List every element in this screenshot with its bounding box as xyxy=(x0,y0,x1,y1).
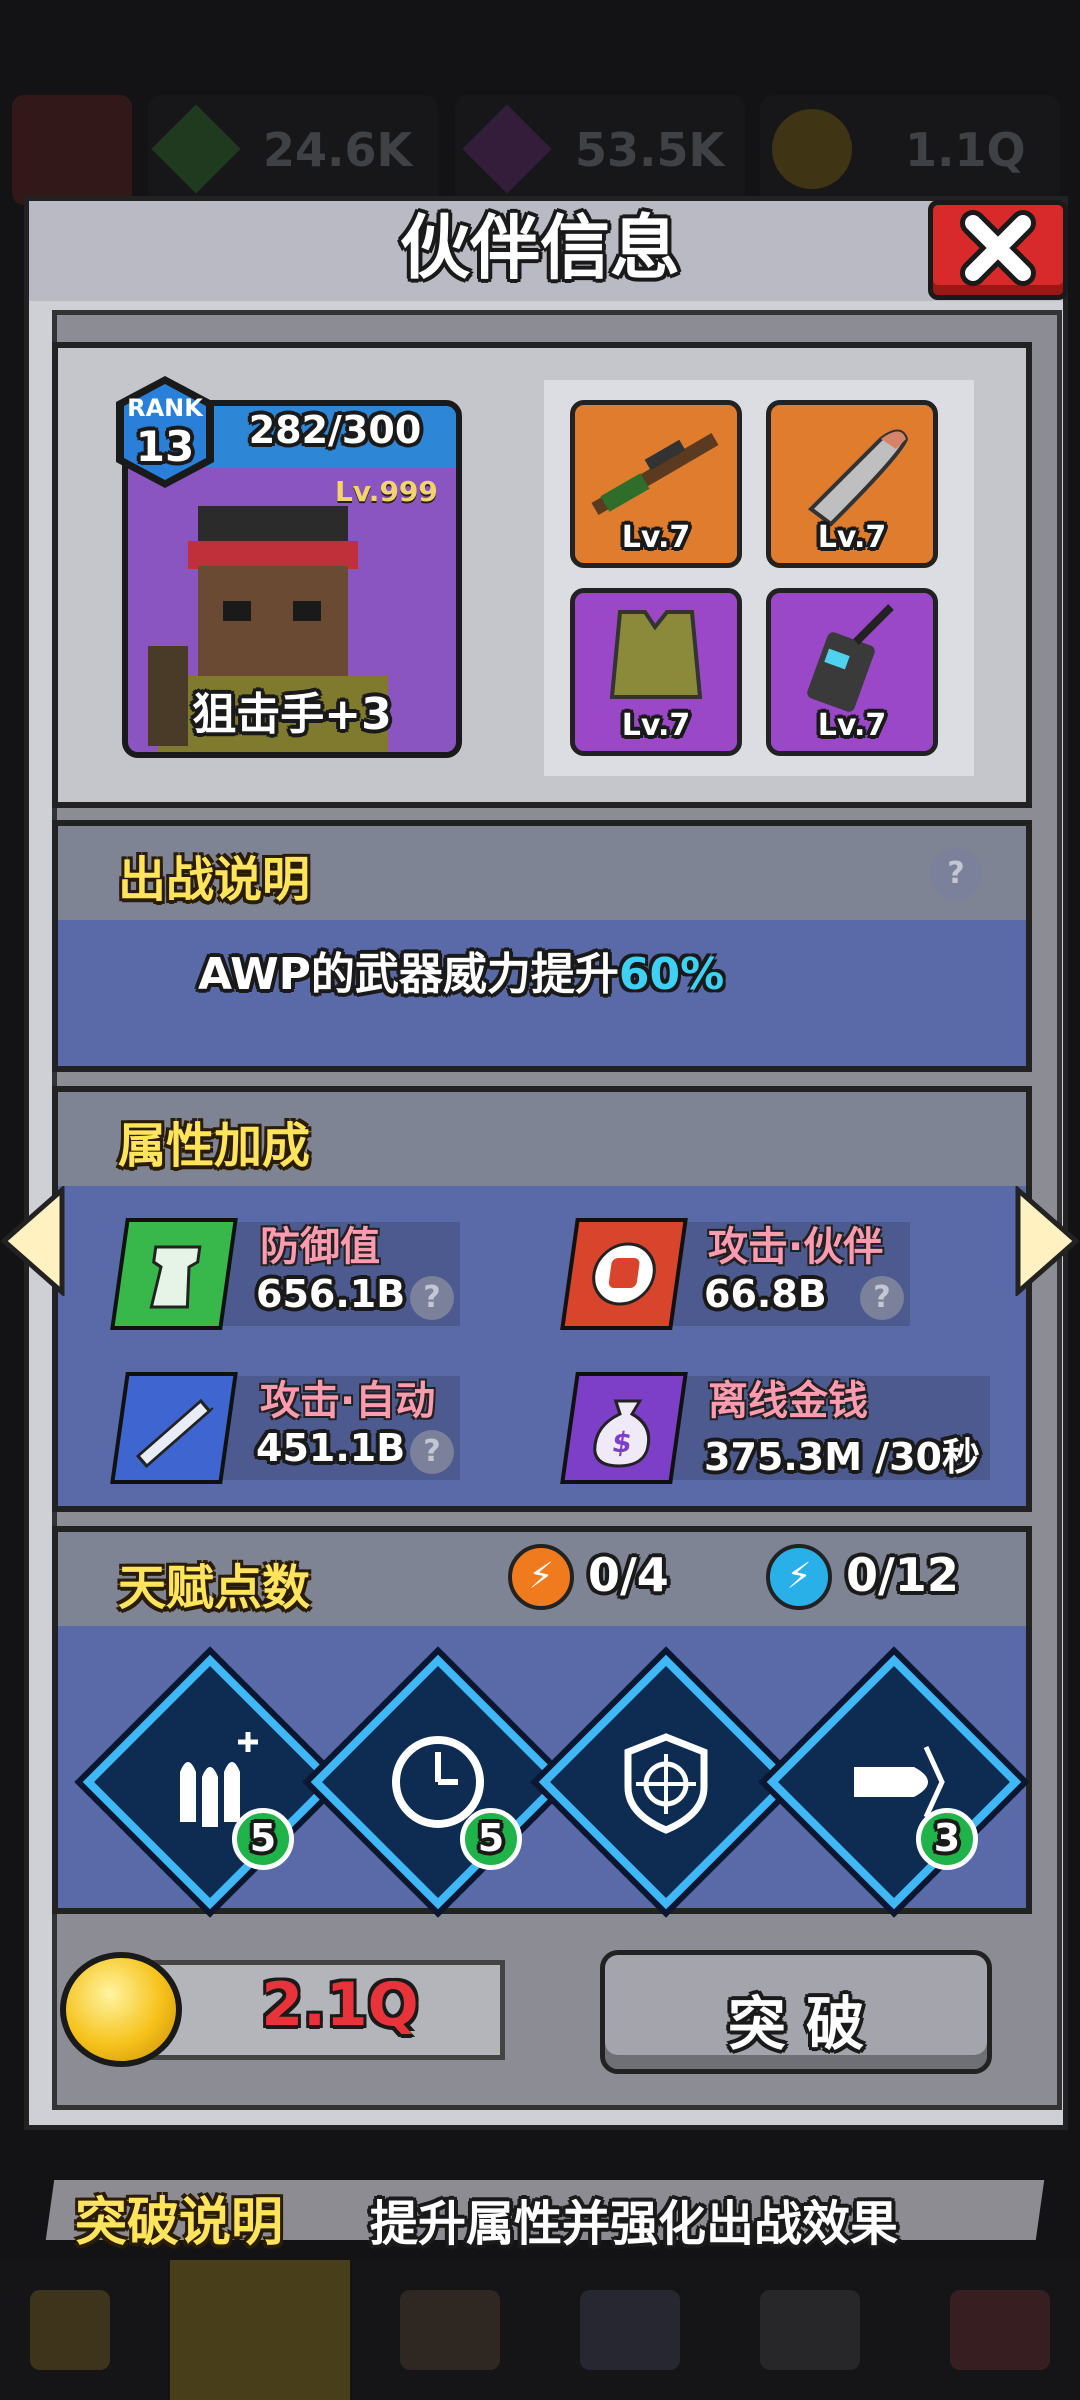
attribute-label: 离线金钱 xyxy=(708,1378,868,1424)
breakthrough-cost-value: 2.1Q xyxy=(261,1970,419,2040)
breakthrough-info-label: 突破说明 xyxy=(75,2193,284,2253)
battle-description-text: AWP的武器威力提升60% xyxy=(198,938,724,1002)
crosshair-shield-icon xyxy=(624,1733,708,1834)
partners-tab-icon xyxy=(170,2260,350,2400)
rank-badge: RANK 13 xyxy=(110,372,220,492)
money-bag-icon: $ xyxy=(560,1372,688,1484)
talent-level-badge: 5 xyxy=(460,1808,522,1870)
rank-value: 13 xyxy=(135,422,195,471)
blue-points-value: 0/12 xyxy=(846,1548,959,1602)
partner-level: Lv.999 xyxy=(335,475,438,508)
battle-description-heading: 出战说明 xyxy=(118,852,311,908)
orange-points-value: 0/4 xyxy=(588,1548,669,1602)
book-tab-icon xyxy=(580,2290,680,2370)
equipment-slot-radio[interactable]: Lv.7 xyxy=(766,588,938,756)
talent-node-bullets[interactable]: 5 xyxy=(82,1654,338,1910)
sniper-rifle-icon xyxy=(591,432,719,516)
breakthrough-cost: 2.1Q xyxy=(60,1952,510,2067)
auto-missile-icon xyxy=(110,1372,238,1484)
equipment-level: Lv.7 xyxy=(621,520,691,555)
shop-tab-icon xyxy=(950,2290,1050,2370)
walkie-talkie-icon xyxy=(807,604,894,712)
attribute-help-icon[interactable]: ? xyxy=(860,1276,904,1320)
tactical-vest-icon xyxy=(609,610,703,699)
bottom-nav xyxy=(0,2260,1080,2400)
talent-node-clock[interactable]: 5 xyxy=(310,1654,566,1910)
partner-name: 狙击手+3 xyxy=(192,689,392,740)
attribute-auto-attack: 攻击·自动 451.1B ? xyxy=(110,1368,465,1488)
attribute-help-icon[interactable]: ? xyxy=(410,1276,454,1320)
partner-progress: 282/300 xyxy=(248,408,422,452)
equipment-slot-vest[interactable]: Lv.7 xyxy=(570,588,742,756)
trophy-icon xyxy=(30,2290,110,2370)
attribute-label: 防御值 xyxy=(260,1224,380,1270)
orange-talent-points: ⚡ 0/4 xyxy=(508,1540,698,1614)
arrow-left-icon xyxy=(0,1184,65,1298)
attribute-value: 656.1B xyxy=(256,1272,406,1316)
attribute-value: 66.8B xyxy=(704,1272,827,1316)
talent-level-badge: 5 xyxy=(232,1808,294,1870)
breakthrough-button-label: 突 破 xyxy=(727,1990,865,2058)
panel-title: 伙伴信息 xyxy=(400,207,680,289)
attribute-label: 攻击·自动 xyxy=(260,1378,436,1424)
orange-lightning-icon: ⚡ xyxy=(508,1544,574,1610)
gold-coin-icon xyxy=(60,1952,182,2067)
close-button[interactable] xyxy=(928,200,1068,300)
equipment-level: Lv.7 xyxy=(817,708,887,743)
battle-description-prefix: AWP的武器威力提升 xyxy=(198,949,619,1000)
bullet-icon xyxy=(807,429,909,527)
equipment-level: Lv.7 xyxy=(817,520,887,555)
attributes-heading: 属性加成 xyxy=(118,1118,311,1174)
fist-icon xyxy=(560,1218,688,1330)
battle-help-icon[interactable]: ? xyxy=(930,848,982,900)
tower-icon xyxy=(110,1218,238,1330)
weapon-tab-icon xyxy=(400,2290,500,2370)
talent-node-crosshair[interactable] xyxy=(538,1654,794,1910)
equipment-slot-rifle[interactable]: Lv.7 xyxy=(570,400,742,568)
attribute-offline-money: $ 离线金钱 375.3M /30秒 xyxy=(560,1368,1000,1488)
breakthrough-info-text: 提升属性并强化出战效果 xyxy=(370,2196,899,2252)
talent-level-badge: 3 xyxy=(916,1808,978,1870)
battle-description-value: 60% xyxy=(618,949,725,1000)
equipment-level: Lv.7 xyxy=(621,708,691,743)
blue-talent-points: ⚡ 0/12 xyxy=(766,1540,986,1614)
swords-tab-icon xyxy=(760,2290,860,2370)
talent-node-fast-bullet[interactable]: 3 xyxy=(766,1654,1022,1910)
attribute-partner-attack: 攻击·伙伴 66.8B ? xyxy=(560,1214,915,1334)
next-partner-arrow[interactable] xyxy=(1014,1184,1080,1298)
talent-heading: 天赋点数 xyxy=(118,1560,311,1616)
breakthrough-button[interactable]: 突 破 xyxy=(600,1950,992,2074)
attribute-help-icon[interactable]: ? xyxy=(410,1430,454,1474)
close-icon xyxy=(960,210,1036,286)
attribute-defense: 防御值 656.1B ? xyxy=(110,1214,465,1334)
equipment-slot-bullet[interactable]: Lv.7 xyxy=(766,400,938,568)
prev-partner-arrow[interactable] xyxy=(0,1184,66,1298)
attribute-value: 451.1B xyxy=(256,1426,406,1470)
arrow-right-icon xyxy=(1015,1184,1080,1298)
attribute-value: 375.3M /30秒 xyxy=(704,1435,981,1479)
rank-label: RANK xyxy=(127,394,203,422)
attribute-label: 攻击·伙伴 xyxy=(708,1224,884,1270)
blue-lightning-icon: ⚡ xyxy=(766,1544,832,1610)
